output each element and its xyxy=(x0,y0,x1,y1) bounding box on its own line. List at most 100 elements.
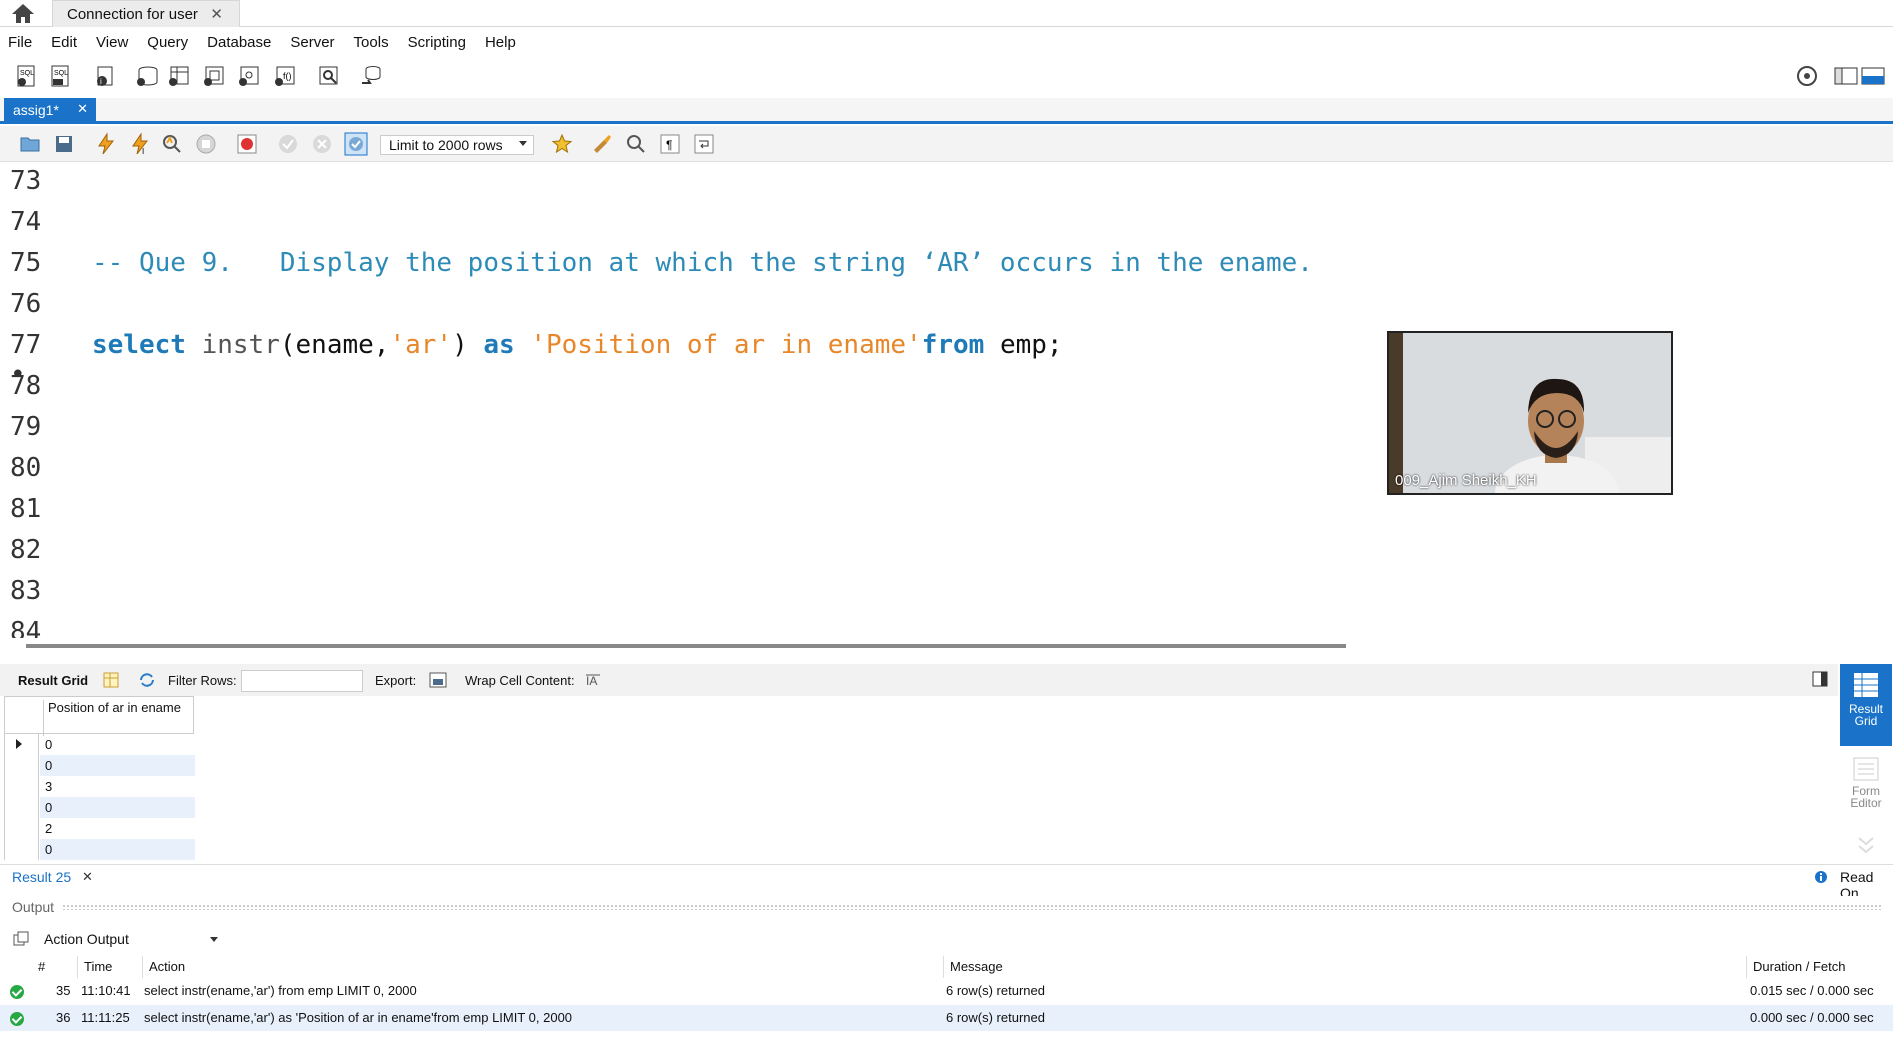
row-header[interactable] xyxy=(5,818,39,839)
result-grid[interactable]: Position of ar in ename 0 0 3 0 2 0 xyxy=(4,696,195,862)
limit-rows-select[interactable]: Limit to 2000 rows xyxy=(380,135,534,155)
copy-icon[interactable] xyxy=(13,931,29,947)
output-message: 6 row(s) returned xyxy=(946,983,1045,998)
output-action: select instr(ename,'ar') as 'Position of… xyxy=(144,1010,573,1025)
grid-cell[interactable]: 0 xyxy=(40,734,195,755)
table-row[interactable]: 0 xyxy=(4,839,195,860)
open-sql-script-icon[interactable]: SQL xyxy=(48,63,74,89)
wrap-cell-icon[interactable]: IA xyxy=(584,671,602,689)
reconnect-icon[interactable] xyxy=(358,63,384,89)
output-time: 11:10:41 xyxy=(81,983,131,998)
toggle-panel-icon[interactable] xyxy=(1811,670,1829,688)
line-number: 73 xyxy=(10,166,42,196)
rollback-icon[interactable] xyxy=(310,132,334,156)
grid-cell[interactable]: 3 xyxy=(40,776,195,797)
toggle-continue-on-error-icon[interactable] xyxy=(235,132,259,156)
menu-file[interactable]: File xyxy=(8,34,32,51)
create-view-icon[interactable] xyxy=(201,63,227,89)
horizontal-scrollbar[interactable] xyxy=(26,644,1346,648)
form-editor-icon xyxy=(1853,757,1879,781)
argument: ename, xyxy=(295,330,390,360)
create-table-icon[interactable] xyxy=(166,63,192,89)
line-number: 75 xyxy=(10,248,42,278)
table-row[interactable]: 35 11:10:41 select instr(ename,'ar') fro… xyxy=(0,978,1893,1004)
toggle-sidebar-icon[interactable] xyxy=(1833,63,1859,89)
row-header[interactable] xyxy=(5,797,39,818)
grid-view-icon[interactable] xyxy=(102,671,120,689)
commit-icon[interactable] xyxy=(276,132,300,156)
close-icon[interactable]: ✕ xyxy=(82,869,93,885)
home-icon[interactable] xyxy=(10,2,36,24)
menu-view[interactable]: View xyxy=(96,34,128,51)
svg-text:SQL: SQL xyxy=(54,70,68,77)
search-table-data-icon[interactable] xyxy=(316,63,342,89)
save-icon[interactable] xyxy=(52,132,76,156)
row-header[interactable] xyxy=(5,776,39,797)
create-function-icon[interactable]: f() xyxy=(272,63,298,89)
settings-icon[interactable] xyxy=(1794,63,1820,89)
column-header[interactable]: # xyxy=(32,956,76,978)
close-icon[interactable]: ✕ xyxy=(77,101,88,117)
grid-cell[interactable]: 0 xyxy=(40,797,195,818)
panel-grip[interactable] xyxy=(62,904,1882,910)
line-number: 80 xyxy=(10,453,42,483)
execute-current-icon[interactable]: I xyxy=(128,132,152,156)
row-header[interactable] xyxy=(5,734,39,755)
stop-icon[interactable] xyxy=(194,132,218,156)
row-header[interactable] xyxy=(5,839,39,860)
grid-cell[interactable]: 2 xyxy=(40,818,195,839)
menu-server[interactable]: Server xyxy=(290,34,334,51)
grid-cell[interactable]: 0 xyxy=(40,839,195,860)
explain-icon[interactable] xyxy=(160,132,184,156)
autocommit-icon[interactable] xyxy=(344,132,368,156)
chevron-down-icon[interactable] xyxy=(1856,834,1876,856)
open-file-icon[interactable] xyxy=(18,132,42,156)
result-grid-view-button[interactable]: Result Grid xyxy=(1840,664,1892,746)
menu-query[interactable]: Query xyxy=(147,34,188,51)
export-icon[interactable] xyxy=(428,671,448,689)
line-number: 74 xyxy=(10,207,42,237)
result-toolbar: Result Grid Filter Rows: Export: Wrap Ce… xyxy=(0,664,1893,696)
create-schema-icon[interactable] xyxy=(134,63,160,89)
invisible-characters-icon[interactable]: ¶ xyxy=(658,132,682,156)
info-icon xyxy=(1815,871,1827,883)
tab-sql-editor[interactable]: assig1* ✕ xyxy=(4,98,96,122)
table-row[interactable]: 36 11:11:25 select instr(ename,'ar') as … xyxy=(0,1005,1893,1031)
table-row[interactable]: 0 xyxy=(4,734,194,755)
table-row[interactable]: 2 xyxy=(4,818,194,839)
inspector-icon[interactable]: i xyxy=(92,63,118,89)
table-row[interactable]: 0 xyxy=(4,797,195,818)
column-header[interactable]: Action xyxy=(142,956,942,978)
tab-sql-editor-label: assig1* xyxy=(13,102,59,118)
execute-icon[interactable] xyxy=(94,132,118,156)
menu-edit[interactable]: Edit xyxy=(51,34,77,51)
output-type-select[interactable]: Action Output xyxy=(36,928,224,950)
menu-tools[interactable]: Tools xyxy=(354,34,389,51)
menu-help[interactable]: Help xyxy=(485,34,516,51)
create-procedure-icon[interactable] xyxy=(236,63,262,89)
filter-rows-input[interactable] xyxy=(241,670,363,692)
refresh-icon[interactable] xyxy=(137,671,157,689)
form-editor-button[interactable]: Form Editor xyxy=(1840,756,1892,816)
column-header[interactable]: Message xyxy=(943,956,1745,978)
word-wrap-icon[interactable] xyxy=(692,132,716,156)
column-header[interactable]: Position of ar in ename xyxy=(43,700,193,736)
close-icon[interactable]: ✕ xyxy=(210,5,223,23)
tab-result[interactable]: Result 25 xyxy=(12,869,71,885)
column-header[interactable]: Duration / Fetch xyxy=(1746,956,1893,978)
menu-scripting[interactable]: Scripting xyxy=(408,34,466,51)
beautify-icon[interactable] xyxy=(590,132,614,156)
toggle-output-icon[interactable] xyxy=(1860,63,1886,89)
svg-text:IA: IA xyxy=(586,674,597,688)
output-duration: 0.000 sec / 0.000 sec xyxy=(1750,1010,1874,1025)
add-snippet-icon[interactable] xyxy=(550,132,574,156)
row-header[interactable] xyxy=(5,755,39,776)
table-row[interactable]: 0 xyxy=(4,755,195,776)
menu-database[interactable]: Database xyxy=(207,34,271,51)
tab-connection[interactable]: Connection for user ✕ xyxy=(52,0,240,27)
table-row[interactable]: 3 xyxy=(4,776,194,797)
grid-cell[interactable]: 0 xyxy=(40,755,195,776)
find-icon[interactable] xyxy=(624,132,648,156)
new-sql-tab-icon[interactable]: SQL xyxy=(14,63,40,89)
column-header[interactable]: Time xyxy=(77,956,141,978)
